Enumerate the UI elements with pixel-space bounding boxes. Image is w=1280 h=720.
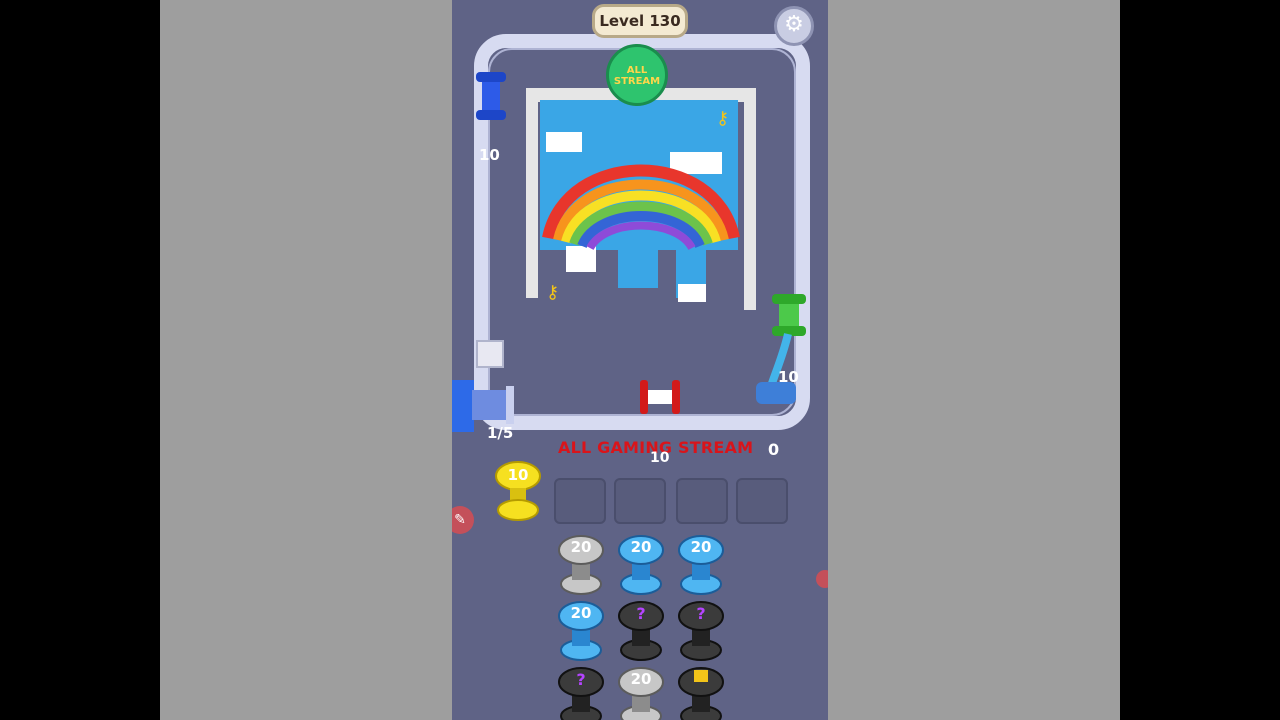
blue-spool[interactable] <box>474 70 508 122</box>
blue-pin[interactable]: 20 <box>556 598 606 664</box>
avatar-stream-logo: ALL STREAM <box>606 44 668 106</box>
key-icon: ⚷ <box>546 282 560 303</box>
cloud-bottom-left <box>566 246 596 272</box>
pencil-icon[interactable]: ✎ <box>452 506 474 534</box>
avatar-line1: ALL <box>626 65 648 76</box>
blue-spool-count: 10 <box>479 146 500 164</box>
black-pin[interactable]: ? <box>676 598 726 664</box>
empty-slot[interactable] <box>736 478 788 524</box>
black-pin[interactable]: ? <box>556 664 606 720</box>
record-dot <box>816 570 828 588</box>
red-spool[interactable] <box>638 378 682 416</box>
blue-pin[interactable]: 20 <box>676 532 726 598</box>
game-area: Level 130 ⚙ ALL STREAM ⚷ ⚷ 10 10 1/5 ALL… <box>452 0 828 720</box>
locked-pin[interactable] <box>676 664 726 720</box>
slot-count: 10 <box>650 450 670 466</box>
score: 0 <box>768 440 780 459</box>
board-left-frame <box>526 88 538 298</box>
avatar-line2: STREAM <box>613 76 661 87</box>
gray-pin[interactable]: 20 <box>616 664 666 720</box>
launcher-vent <box>476 340 504 368</box>
gear-icon: ⚙ <box>784 12 804 37</box>
empty-slot[interactable] <box>676 478 728 524</box>
blue-pin[interactable]: 20 <box>616 532 666 598</box>
cloud-left <box>546 132 582 152</box>
left-gray-panel <box>160 0 452 720</box>
pin-value: 20 <box>630 670 652 688</box>
level-badge: Level 130 <box>592 4 688 38</box>
pin-value: 20 <box>690 538 712 556</box>
pin-value: ? <box>696 604 706 623</box>
settings-button[interactable]: ⚙ <box>774 6 814 46</box>
pin-value: 20 <box>570 604 592 622</box>
yellow-pin[interactable]: 10 <box>492 460 544 524</box>
green-spool-count: 10 <box>778 368 799 386</box>
lock-icon <box>694 670 708 682</box>
sky-block-lower <box>618 248 658 288</box>
yellow-pin-value: 10 <box>507 466 529 484</box>
gray-pin[interactable]: 20 <box>556 532 606 598</box>
empty-slot[interactable] <box>554 478 606 524</box>
board-right-frame <box>744 88 756 310</box>
pin-value: 20 <box>570 538 592 556</box>
pin-value: ? <box>576 670 586 689</box>
empty-slot[interactable] <box>614 478 666 524</box>
key-icon: ⚷ <box>716 108 730 129</box>
black-pin[interactable]: ? <box>616 598 666 664</box>
pin-value: ? <box>636 604 646 623</box>
cloud-bottom-right <box>678 284 706 302</box>
pin-value: 20 <box>630 538 652 556</box>
launcher-progress: 1/5 <box>487 424 514 442</box>
right-gray-panel <box>828 0 1120 720</box>
